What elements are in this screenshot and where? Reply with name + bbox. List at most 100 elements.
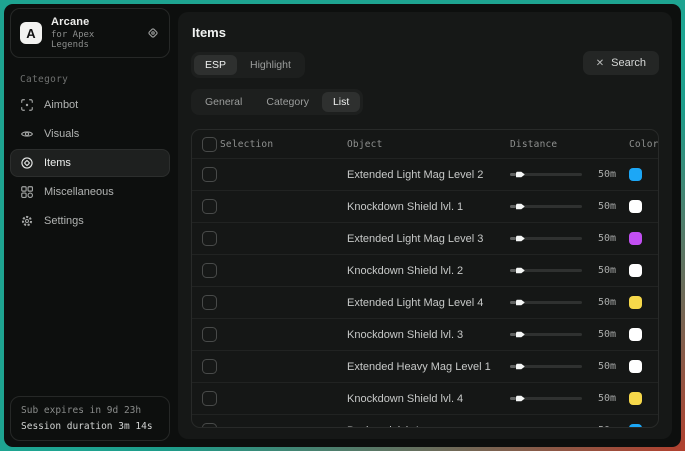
category-section-label: Category <box>20 74 170 85</box>
distance-slider[interactable] <box>510 330 582 340</box>
gear-icon <box>20 214 34 228</box>
distance-value: 50m <box>590 297 616 308</box>
sidebar-item-label: Visuals <box>44 128 79 140</box>
sub-expires-text: Sub expires in 9d 23h <box>21 405 159 416</box>
view-tab-group: General Category List <box>191 89 363 115</box>
row-checkbox[interactable] <box>202 263 217 278</box>
page-title: Items <box>192 25 659 40</box>
tab-category[interactable]: Category <box>255 92 320 112</box>
object-label: Backpack lvl. 1 <box>347 425 420 429</box>
slider-thumb[interactable] <box>516 395 525 403</box>
table-row: Extended Light Mag Level 3 50m <box>192 222 658 254</box>
table-row: Backpack lvl. 1 50m <box>192 414 658 428</box>
app-logo: A <box>20 22 42 44</box>
sidebar-item-miscellaneous[interactable]: Miscellaneous <box>10 178 170 206</box>
row-checkbox[interactable] <box>202 391 217 406</box>
search-button[interactable]: ✕ Search <box>583 51 659 75</box>
color-swatch[interactable] <box>629 168 642 181</box>
app-window: A Arcane for Apex Legends Category Aimbo… <box>4 4 681 447</box>
session-duration-text: Session duration 3m 14s <box>21 421 159 432</box>
slider-thumb[interactable] <box>516 235 525 243</box>
color-swatch[interactable] <box>629 328 642 341</box>
distance-slider[interactable] <box>510 426 582 429</box>
distance-value: 50m <box>590 393 616 404</box>
column-header-color: Color <box>629 139 659 150</box>
search-label: Search <box>611 57 646 69</box>
color-swatch[interactable] <box>629 360 642 373</box>
row-checkbox[interactable] <box>202 231 217 246</box>
row-checkbox[interactable] <box>202 359 217 374</box>
row-checkbox[interactable] <box>202 423 217 428</box>
object-label: Knockdown Shield lvl. 1 <box>347 201 463 213</box>
slider-thumb[interactable] <box>516 331 525 339</box>
distance-slider[interactable] <box>510 202 582 212</box>
object-label: Extended Light Mag Level 3 <box>347 233 483 245</box>
tab-list[interactable]: List <box>322 92 360 112</box>
color-swatch[interactable] <box>629 232 642 245</box>
sidebar-item-visuals[interactable]: Visuals <box>10 120 170 148</box>
app-name: Arcane <box>51 16 137 28</box>
table-body: Extended Light Mag Level 2 50m Knockdown… <box>192 158 658 428</box>
color-swatch[interactable] <box>629 264 642 277</box>
sidebar-item-label: Miscellaneous <box>44 186 114 198</box>
sidebar-item-label: Settings <box>44 215 84 227</box>
table-row: Knockdown Shield lvl. 1 50m <box>192 190 658 222</box>
distance-value: 50m <box>590 201 616 212</box>
app-subtitle: for Apex Legends <box>51 30 137 50</box>
distance-slider[interactable] <box>510 362 582 372</box>
grid-icon <box>20 185 34 199</box>
slider-thumb[interactable] <box>516 299 525 307</box>
table-row: Extended Light Mag Level 4 50m <box>192 286 658 318</box>
sidebar: A Arcane for Apex Legends Category Aimbo… <box>4 4 174 447</box>
slider-thumb[interactable] <box>516 363 525 371</box>
distance-slider[interactable] <box>510 298 582 308</box>
distance-slider[interactable] <box>510 266 582 276</box>
tab-general[interactable]: General <box>194 92 253 112</box>
items-table: Selection Object Distance Color Extended… <box>191 129 659 428</box>
distance-slider[interactable] <box>510 234 582 244</box>
table-row: Extended Heavy Mag Level 1 50m <box>192 350 658 382</box>
session-info-card: Sub expires in 9d 23h Session duration 3… <box>10 396 170 441</box>
slider-thumb[interactable] <box>516 171 525 179</box>
color-swatch[interactable] <box>629 392 642 405</box>
table-header: Selection Object Distance Color <box>192 130 658 158</box>
color-swatch[interactable] <box>629 200 642 213</box>
object-label: Extended Light Mag Level 2 <box>347 169 483 181</box>
sidebar-item-settings[interactable]: Settings <box>10 207 170 235</box>
tab-highlight[interactable]: Highlight <box>239 55 302 75</box>
color-swatch[interactable] <box>629 296 642 309</box>
slider-thumb[interactable] <box>516 203 525 211</box>
close-icon: ✕ <box>596 58 604 69</box>
object-label: Extended Heavy Mag Level 1 <box>347 361 491 373</box>
row-checkbox[interactable] <box>202 199 217 214</box>
sidebar-item-aimbot[interactable]: Aimbot <box>10 91 170 119</box>
row-checkbox[interactable] <box>202 327 217 342</box>
distance-slider[interactable] <box>510 170 582 180</box>
row-checkbox[interactable] <box>202 295 217 310</box>
crosshair-icon <box>20 98 34 112</box>
distance-value: 50m <box>590 425 616 428</box>
column-header-selection: Selection <box>220 139 273 150</box>
object-label: Knockdown Shield lvl. 3 <box>347 329 463 341</box>
sidebar-item-label: Aimbot <box>44 99 78 111</box>
sidebar-item-label: Items <box>44 157 71 169</box>
object-label: Knockdown Shield lvl. 4 <box>347 393 463 405</box>
color-swatch[interactable] <box>629 424 642 428</box>
row-checkbox[interactable] <box>202 167 217 182</box>
object-label: Extended Light Mag Level 4 <box>347 297 483 309</box>
column-header-object: Object <box>347 139 383 150</box>
brand-card: A Arcane for Apex Legends <box>10 8 170 58</box>
object-label: Knockdown Shield lvl. 2 <box>347 265 463 277</box>
gem-icon[interactable] <box>146 26 160 40</box>
distance-value: 50m <box>590 169 616 180</box>
table-row: Knockdown Shield lvl. 4 50m <box>192 382 658 414</box>
select-all-checkbox[interactable] <box>202 137 217 152</box>
slider-thumb[interactable] <box>516 267 525 275</box>
sidebar-item-items[interactable]: Items <box>10 149 170 177</box>
distance-value: 50m <box>590 265 616 276</box>
distance-value: 50m <box>590 361 616 372</box>
tab-esp[interactable]: ESP <box>194 55 237 75</box>
package-icon <box>20 156 34 170</box>
slider-thumb[interactable] <box>516 427 525 429</box>
distance-slider[interactable] <box>510 394 582 404</box>
